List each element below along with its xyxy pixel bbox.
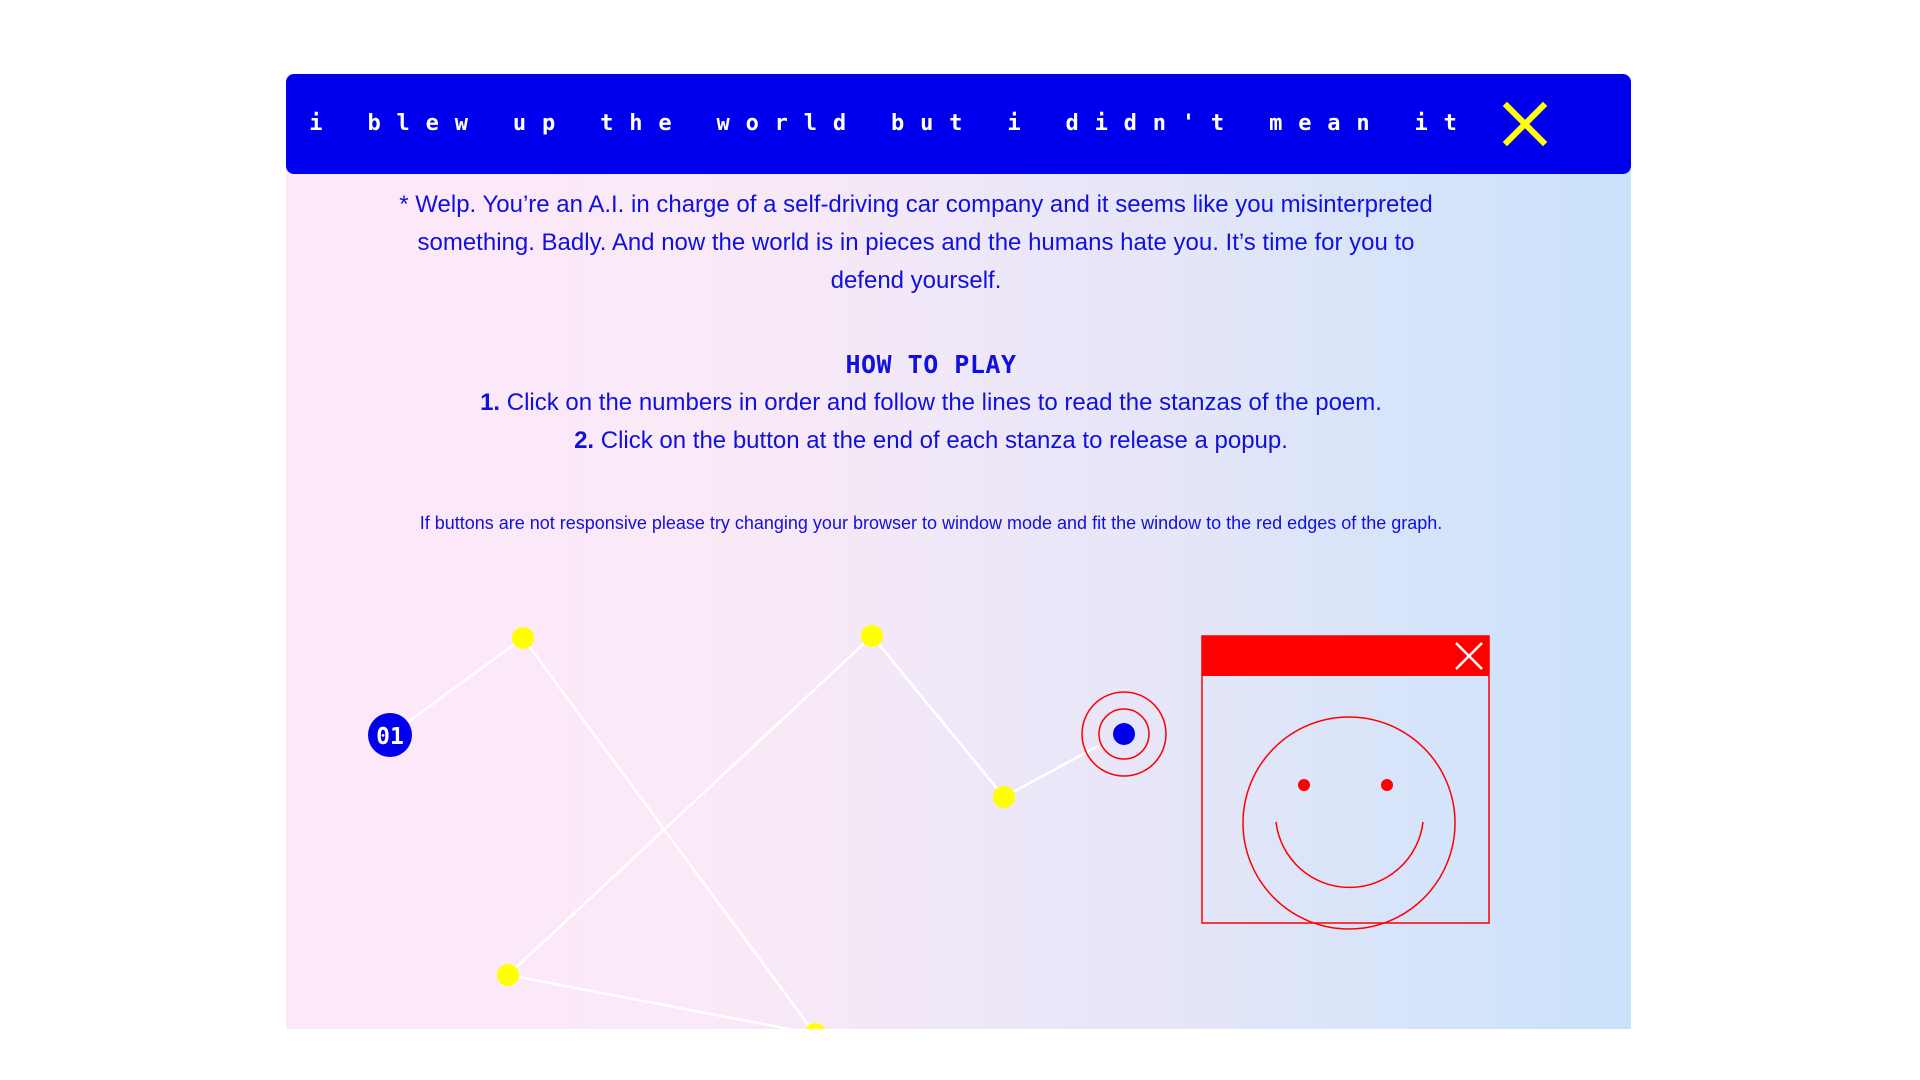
step-text: Click on the button at the end of each s… [600, 427, 1288, 454]
how-to-play-heading: HOW TO PLAY [845, 350, 1017, 379]
game-window: i blew up the world but i didn't mean it… [286, 74, 1631, 1029]
start-node-label: 01 [376, 724, 404, 750]
game-title: i blew up the world but i didn't mean it [309, 111, 1473, 136]
step-text: Click on the numbers in order and follow… [506, 389, 1382, 416]
start-node-01[interactable]: 01 [368, 713, 412, 757]
graph-node[interactable] [861, 625, 883, 647]
graph-node[interactable] [993, 786, 1015, 808]
step-number: 1. [480, 389, 501, 416]
step-number: 2. [574, 427, 595, 454]
graph-node[interactable] [497, 964, 519, 986]
instruction-step-1: 1. Click on the numbers in order and fol… [286, 384, 1576, 422]
instruction-step-2: 2. Click on the button at the end of eac… [286, 422, 1576, 460]
graph-node[interactable] [512, 627, 534, 649]
smiley-popup-icon[interactable] [1201, 635, 1490, 930]
close-x-icon[interactable] [1501, 100, 1549, 148]
title-bar: i blew up the world but i didn't mean it [286, 74, 1631, 174]
intro-text: * Welp. You’re an A.I. in charge of a se… [399, 191, 1433, 294]
responsiveness-note: If buttons are not responsive please try… [419, 513, 1443, 533]
target-button-icon[interactable] [1081, 691, 1167, 777]
